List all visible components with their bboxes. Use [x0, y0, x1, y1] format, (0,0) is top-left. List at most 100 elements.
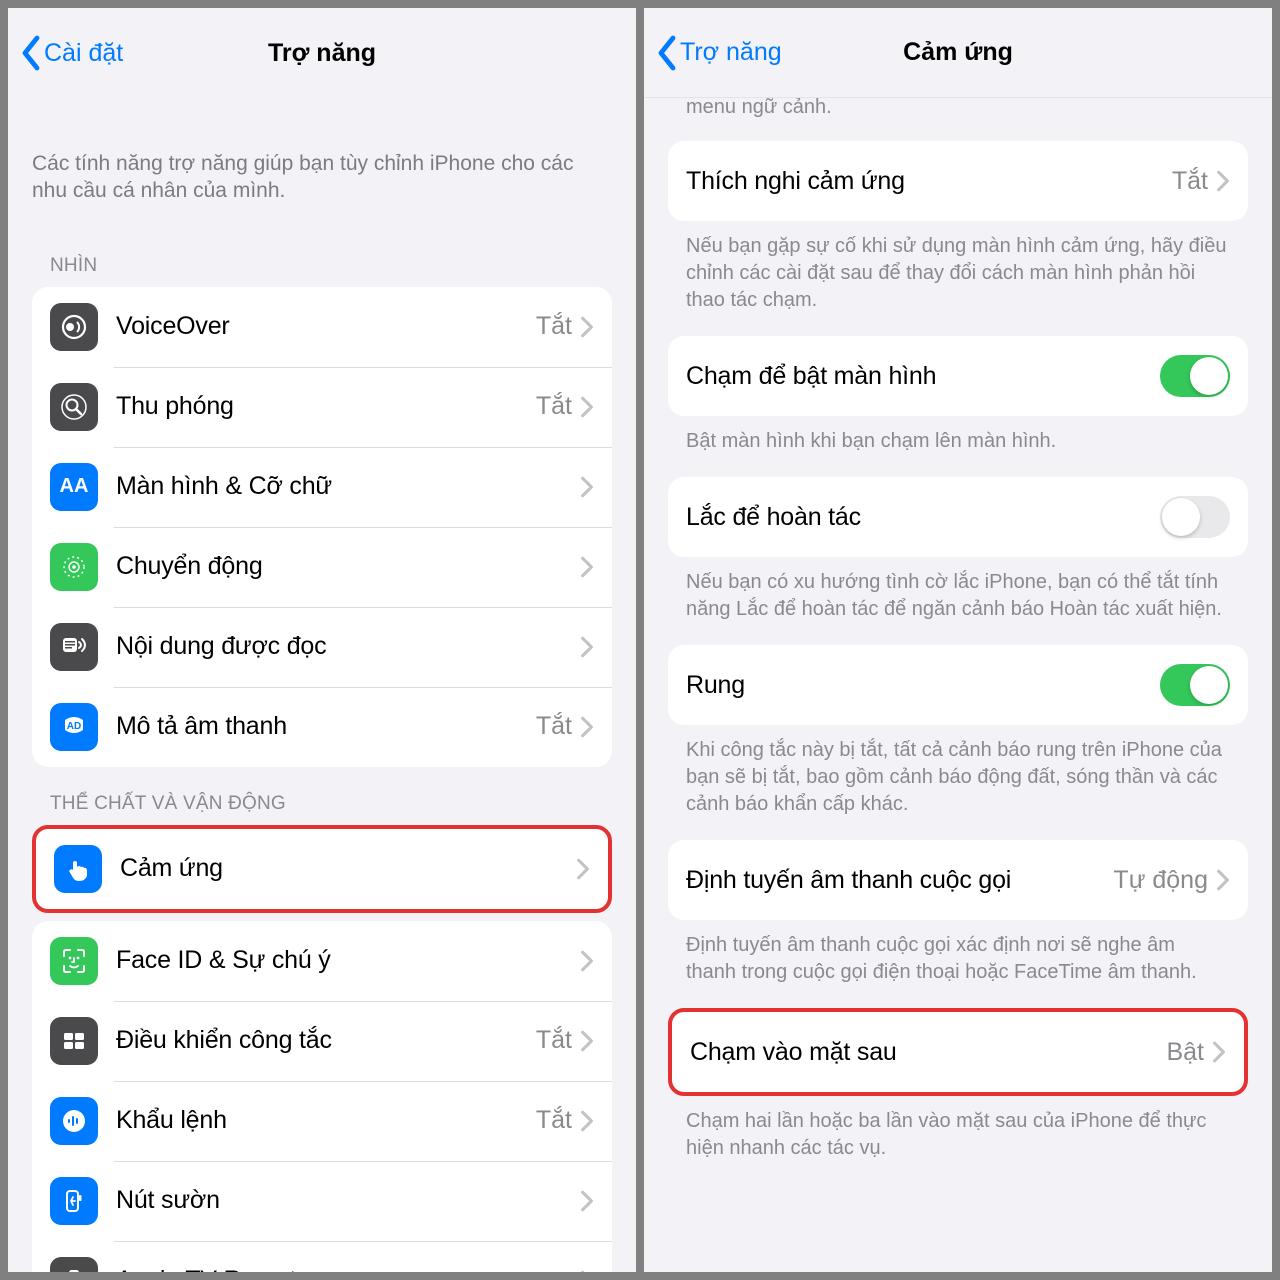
accessibility-settings-screen: Cài đặt Trợ năng Các tính năng trợ năng … — [8, 8, 636, 1272]
switch-control-icon — [50, 1017, 98, 1065]
toggle-vibration[interactable] — [1160, 664, 1230, 706]
row-label: Chạm vào mặt sau — [690, 1038, 1166, 1067]
chevron-right-icon — [580, 396, 594, 418]
row-value: Tắt — [536, 312, 572, 341]
row-label: Chạm để bật màn hình — [686, 362, 1160, 391]
chevron-right-icon — [1216, 869, 1230, 891]
audio-routing-note: Định tuyến âm thanh cuộc gọi xác định nơ… — [668, 920, 1248, 1008]
page-title: Trợ năng — [268, 39, 376, 68]
row-touch[interactable]: Cảm ứng — [36, 829, 608, 909]
back-label: Trợ năng — [680, 38, 782, 67]
touch-settings-screen: Trợ năng Cảm ứng menu ngữ cảnh. Thích ng… — [644, 8, 1272, 1272]
chevron-right-icon — [580, 316, 594, 338]
chevron-right-icon — [580, 1190, 594, 1212]
vibration-group: Rung — [668, 645, 1248, 725]
audio-description-icon: AD — [50, 703, 98, 751]
row-voiceover[interactable]: VoiceOver Tắt — [32, 287, 612, 367]
row-audio-routing[interactable]: Định tuyến âm thanh cuộc gọi Tự động — [668, 840, 1248, 920]
page-title: Cảm ứng — [903, 38, 1013, 67]
intro-text: Các tính năng trợ năng giúp bạn tùy chỉn… — [32, 98, 612, 229]
row-display-text[interactable]: AA Màn hình & Cỡ chữ — [32, 447, 612, 527]
row-motion[interactable]: Chuyển động — [32, 527, 612, 607]
chevron-right-icon — [580, 950, 594, 972]
chevron-right-icon — [580, 556, 594, 578]
row-value: Tắt — [536, 1026, 572, 1055]
vibration-note: Khi công tắc này bị tắt, tất cả cảnh báo… — [668, 725, 1248, 840]
side-button-icon — [50, 1177, 98, 1225]
chevron-right-icon — [580, 476, 594, 498]
svg-text:AD: AD — [67, 721, 81, 732]
voiceover-icon — [50, 303, 98, 351]
shake-undo-note: Nếu bạn có xu hướng tình cờ lắc iPhone, … — [668, 557, 1248, 645]
back-button[interactable]: Cài đặt — [18, 35, 123, 71]
row-back-tap[interactable]: Chạm vào mặt sau Bật — [672, 1012, 1244, 1092]
row-label: Rung — [686, 671, 1160, 700]
nav-bar: Trợ năng Cảm ứng — [644, 8, 1272, 98]
partial-footer-above: menu ngữ cảnh. — [668, 98, 1248, 123]
back-label: Cài đặt — [44, 39, 123, 68]
audio-routing-group: Định tuyến âm thanh cuộc gọi Tự động — [668, 840, 1248, 920]
tap-to-wake-note: Bật màn hình khi bạn chạm lên màn hình. — [668, 416, 1248, 477]
row-label: VoiceOver — [116, 312, 536, 341]
row-label: Điều khiển công tắc — [116, 1026, 536, 1055]
zoom-icon — [50, 383, 98, 431]
row-audio-description[interactable]: AD Mô tả âm thanh Tắt — [32, 687, 612, 767]
row-zoom[interactable]: Thu phóng Tắt — [32, 367, 612, 447]
row-value: Tắt — [536, 712, 572, 741]
row-label: Chuyển động — [116, 552, 580, 581]
row-value: Tự động — [1113, 866, 1208, 895]
row-faceid[interactable]: Face ID & Sự chú ý — [32, 921, 612, 1001]
row-label: Định tuyến âm thanh cuộc gọi — [686, 866, 1113, 895]
row-value: Bật — [1166, 1038, 1204, 1067]
chevron-right-icon — [580, 1110, 594, 1132]
row-label: Cảm ứng — [120, 854, 576, 883]
chevron-left-icon — [18, 35, 44, 71]
touch-icon — [54, 845, 102, 893]
toggle-tap-to-wake[interactable] — [1160, 355, 1230, 397]
touch-accommodations-group: Thích nghi cảm ứng Tắt — [668, 141, 1248, 221]
row-label: Lắc để hoàn tác — [686, 503, 1160, 532]
row-vibration[interactable]: Rung — [668, 645, 1248, 725]
shake-undo-group: Lắc để hoàn tác — [668, 477, 1248, 557]
chevron-right-icon — [1216, 170, 1230, 192]
chevron-right-icon — [580, 1270, 594, 1272]
row-switch-control[interactable]: Điều khiển công tắc Tắt — [32, 1001, 612, 1081]
row-spoken-content[interactable]: Nội dung được đọc — [32, 607, 612, 687]
toggle-shake-undo[interactable] — [1160, 496, 1230, 538]
vision-group: VoiceOver Tắt Thu phóng Tắt AA Màn hình … — [32, 287, 612, 767]
chevron-left-icon — [654, 35, 680, 71]
row-value: Tắt — [536, 1106, 572, 1135]
tap-to-wake-group: Chạm để bật màn hình — [668, 336, 1248, 416]
display-text-icon: AA — [50, 463, 98, 511]
voice-control-icon — [50, 1097, 98, 1145]
back-button[interactable]: Trợ năng — [654, 35, 782, 71]
row-value: Tắt — [536, 392, 572, 421]
row-shake-undo[interactable]: Lắc để hoàn tác — [668, 477, 1248, 557]
row-apple-tv-remote[interactable]: Apple TV Remote — [32, 1241, 612, 1272]
chevron-right-icon — [1212, 1041, 1226, 1063]
motion-icon — [50, 543, 98, 591]
row-touch-accommodations[interactable]: Thích nghi cảm ứng Tắt — [668, 141, 1248, 221]
touch-accommodations-note: Nếu bạn gặp sự cố khi sử dụng màn hình c… — [668, 221, 1248, 336]
back-tap-group-highlighted: Chạm vào mặt sau Bật — [668, 1008, 1248, 1096]
chevron-right-icon — [576, 858, 590, 880]
row-label: Nút sườn — [116, 1186, 580, 1215]
chevron-right-icon — [580, 1030, 594, 1052]
back-tap-note: Chạm hai lần hoặc ba lần vào mặt sau của… — [668, 1096, 1248, 1184]
row-label: Thích nghi cảm ứng — [686, 167, 1172, 196]
section-header-physical: THỂ CHẤT VÀ VẬN ĐỘNG — [32, 767, 612, 825]
row-label: Apple TV Remote — [116, 1266, 580, 1272]
spoken-content-icon — [50, 623, 98, 671]
row-tap-to-wake[interactable]: Chạm để bật màn hình — [668, 336, 1248, 416]
row-side-button[interactable]: Nút sườn — [32, 1161, 612, 1241]
row-voice-control[interactable]: Khẩu lệnh Tắt — [32, 1081, 612, 1161]
scroll-content: Các tính năng trợ năng giúp bạn tùy chỉn… — [8, 98, 636, 1272]
physical-group: Face ID & Sự chú ý Điều khiển công tắc T… — [32, 921, 612, 1272]
row-label: Nội dung được đọc — [116, 632, 580, 661]
chevron-right-icon — [580, 636, 594, 658]
nav-bar: Cài đặt Trợ năng — [8, 8, 636, 98]
chevron-right-icon — [580, 716, 594, 738]
row-label: Khẩu lệnh — [116, 1106, 536, 1135]
row-value: Tắt — [1172, 167, 1208, 196]
row-label: Màn hình & Cỡ chữ — [116, 472, 580, 501]
